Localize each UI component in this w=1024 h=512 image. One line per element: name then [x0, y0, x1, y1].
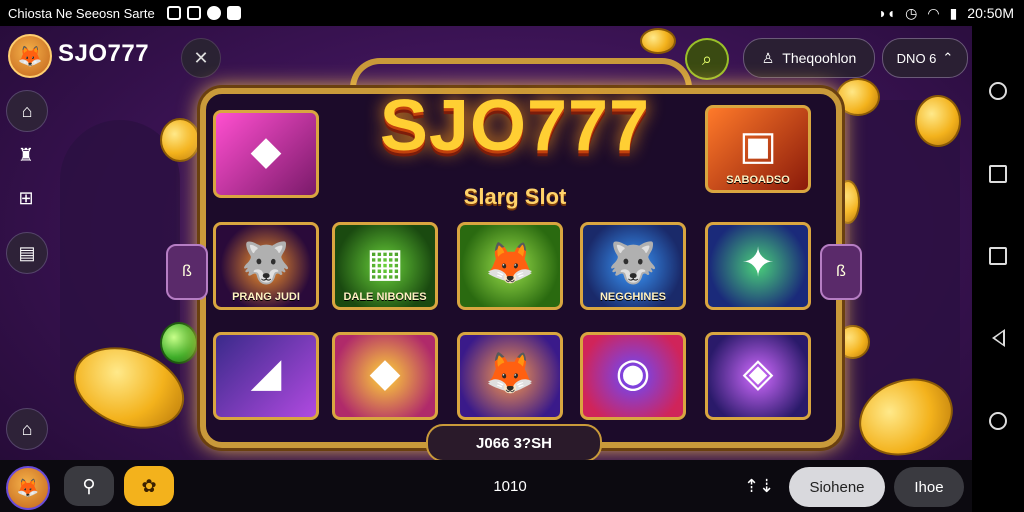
coin-decoration — [160, 322, 198, 364]
treasure-chest-icon: ▣ — [739, 123, 777, 168]
close-cross-icon: ✕ — [193, 47, 209, 68]
circle-icon[interactable] — [989, 82, 1007, 100]
game-tile[interactable]: ◈ — [705, 332, 811, 420]
silver-card-icon: ▦ — [366, 240, 404, 285]
game-tile[interactable]: 🦊 — [457, 222, 563, 310]
fox-icon: 🦊 — [485, 241, 535, 286]
coin-decoration — [915, 95, 961, 147]
game-tile[interactable]: ◉ — [580, 332, 686, 420]
golden-wolf-icon: 🐺 — [241, 241, 291, 286]
search-button[interactable]: ⌕ — [685, 38, 729, 80]
gold-gem-icon: ◆ — [369, 350, 401, 395]
home-icon: ⌂ — [21, 100, 33, 121]
square-icon[interactable] — [989, 165, 1007, 183]
paw-icon: ✿ — [141, 475, 157, 496]
brand-name[interactable]: SJO777 — [58, 40, 149, 68]
status-bar: Chiosta Ne Seeosn Sarte ◗◖ ◷ ◠ ▮ 20:50M — [0, 0, 1024, 26]
game-tile[interactable]: ▦ DALE NIBONES — [332, 222, 438, 310]
game-tile[interactable]: ◢ — [213, 332, 319, 420]
status-title: Chiosta Ne Seeosn Sarte — [8, 5, 155, 21]
game-tile[interactable]: 🦊 — [457, 332, 563, 420]
game-tile[interactable]: ✦ — [705, 222, 811, 310]
cast-icon — [226, 6, 241, 20]
secondary-pill-button[interactable]: Ihoe — [894, 467, 964, 507]
jackpot-value: J066 3?SH — [476, 434, 552, 452]
game-tile[interactable]: ▣ SABOADSO — [705, 105, 811, 193]
side-nav-home[interactable]: ⌂ — [6, 90, 48, 132]
fox-hat-icon: 🦊 — [485, 351, 535, 396]
tile-caption: NEGGHINES — [599, 291, 666, 303]
next-arrow-icon: ß — [836, 263, 846, 280]
game-tile[interactable]: 🐺 NEGGHINES — [580, 222, 686, 310]
prev-arrow-icon: ß — [182, 263, 192, 280]
gift-icon: ⊞ — [18, 187, 34, 208]
login-label: Theqoohlon — [782, 50, 857, 66]
android-nav-bar — [972, 26, 1024, 512]
back-icon[interactable] — [992, 329, 1005, 347]
paw-button[interactable]: ✿ — [124, 466, 174, 506]
house-alert-icon: ⌂ — [21, 418, 33, 439]
message-icon — [186, 6, 201, 20]
profile-avatar[interactable]: 🦊 — [6, 466, 50, 510]
coin-decoration — [836, 78, 880, 116]
share-icon[interactable]: ⇡⇣ — [744, 476, 774, 497]
user-icon: ♙ — [761, 49, 775, 66]
green-emblem-icon: ✦ — [741, 240, 775, 285]
armored-wolf-icon: 🐺 — [608, 241, 658, 286]
prev-arrow-button[interactable]: ß — [166, 244, 208, 300]
chevron-up-icon: ⌃ — [942, 50, 954, 65]
game-tile[interactable]: ◆ — [332, 332, 438, 420]
wifi-icon: ◠ — [927, 4, 940, 21]
login-button[interactable]: ♙ Theqoohlon — [743, 38, 875, 78]
coin-decoration — [160, 118, 200, 162]
coin-decoration — [640, 28, 676, 54]
status-time: 20:50M — [967, 5, 1014, 21]
side-nav-bottom[interactable]: ⌂ — [6, 408, 48, 450]
mute-icon: ◗◖ — [878, 5, 896, 21]
secondary-pill-label: Ihoe — [914, 478, 944, 496]
game-tile[interactable]: 🐺 PRANG JUDI — [213, 222, 319, 310]
tile-caption: SABOADSO — [726, 174, 790, 186]
game-tile[interactable]: ◆ — [213, 110, 319, 198]
side-nav-chat[interactable]: ▤ — [6, 232, 48, 274]
bottom-counter: 1010 — [493, 478, 527, 495]
tile-caption: DALE NIBONES — [343, 291, 427, 303]
brand-logo[interactable]: 🦊 — [8, 34, 52, 78]
side-nav-trophy[interactable]: ♜ — [6, 135, 46, 175]
gallery-icon — [166, 6, 181, 20]
chat-icon: ▤ — [18, 242, 36, 263]
tile-caption: PRANG JUDI — [232, 291, 300, 303]
purple-crystal-icon: ◈ — [742, 350, 774, 395]
home-circle-icon[interactable] — [989, 412, 1007, 430]
search-icon: ⌕ — [701, 48, 713, 69]
game-title: SJO777 — [379, 86, 651, 166]
primary-pill-label: Siohene — [809, 478, 865, 496]
trophy-icon: ♜ — [17, 144, 35, 165]
jackpot-display: J066 3?SH — [426, 424, 602, 462]
purple-card-icon: ◢ — [250, 350, 282, 395]
next-arrow-button[interactable]: ß — [820, 244, 862, 300]
side-nav-gift[interactable]: ⊞ — [6, 178, 46, 218]
language-button[interactable]: DNO 6 ⌃ — [882, 38, 968, 78]
primary-pill-button[interactable]: Siohene — [789, 467, 885, 507]
alarm-icon: ◷ — [905, 4, 918, 21]
pink-gem-card-icon: ◆ — [250, 128, 282, 173]
language-label: DNO 6 — [896, 50, 937, 66]
battery-icon: ▮ — [949, 4, 958, 21]
menu-button[interactable]: ✕ — [181, 38, 221, 78]
location-button[interactable]: ⚲ — [64, 466, 114, 506]
location-icon: ⚲ — [82, 475, 96, 496]
square-icon[interactable] — [989, 247, 1007, 265]
record-icon — [206, 6, 221, 20]
game-subtitle: Slarg Slot — [463, 184, 567, 209]
portal-orb-icon: ◉ — [615, 350, 651, 395]
fox-avatar-icon: 🦊 — [16, 477, 40, 498]
